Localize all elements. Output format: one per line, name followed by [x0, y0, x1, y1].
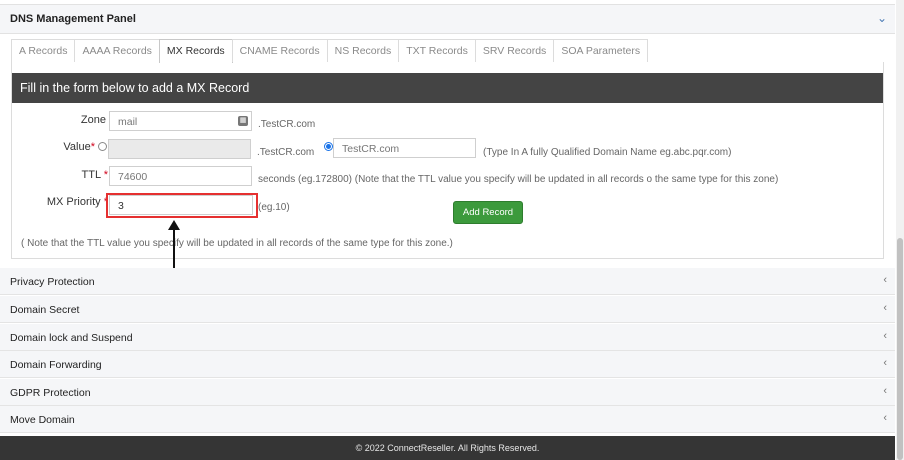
- priority-hint: (eg.10): [258, 202, 290, 213]
- footer: © 2022 ConnectReseller. All Rights Reser…: [0, 436, 895, 460]
- chevron-left-icon[interactable]: ‹: [883, 330, 887, 342]
- section-label: Domain Secret: [10, 304, 80, 316]
- tab-soa-parameters[interactable]: SOA Parameters: [553, 39, 649, 62]
- tab-mx-records[interactable]: MX Records: [158, 39, 233, 63]
- tab-txt-records[interactable]: TXT Records: [398, 39, 476, 62]
- tab-aaaa-records[interactable]: AAAA Records: [74, 39, 160, 62]
- value-radio-subdomain[interactable]: [98, 142, 107, 151]
- required-mark: *: [90, 141, 95, 153]
- dropdown-icon[interactable]: ▦: [238, 116, 248, 126]
- priority-highlight-box: [106, 193, 258, 218]
- form-heading: Fill in the form below to add a MX Recor…: [12, 73, 883, 103]
- value-fqdn-input[interactable]: TestCR.com: [333, 138, 476, 158]
- arrow-up-icon: [168, 220, 180, 230]
- add-record-button[interactable]: Add Record: [453, 201, 523, 224]
- ttl-hint: seconds (eg.172800) (Note that the TTL v…: [258, 174, 779, 185]
- value-subdomain-input[interactable]: [108, 139, 251, 159]
- section-domain-secret[interactable]: Domain Secret ‹: [0, 296, 895, 323]
- panel-title: DNS Management Panel: [10, 13, 136, 25]
- dns-panel-header[interactable]: DNS Management Panel ⌄: [0, 4, 895, 34]
- zone-select[interactable]: mail ▦: [109, 111, 252, 131]
- section-label: GDPR Protection: [10, 387, 91, 399]
- chevron-left-icon[interactable]: ‹: [883, 357, 887, 369]
- section-label: Privacy Protection: [10, 276, 95, 288]
- scrollbar-thumb[interactable]: [897, 238, 903, 460]
- tab-srv-records[interactable]: SRV Records: [474, 39, 555, 62]
- section-privacy-protection[interactable]: Privacy Protection ‹: [0, 268, 895, 295]
- value-label: Value*: [50, 141, 95, 153]
- chevron-left-icon[interactable]: ‹: [883, 302, 887, 314]
- chevron-left-icon[interactable]: ‹: [883, 412, 887, 424]
- priority-label: MX Priority *: [40, 196, 108, 208]
- ttl-note: ( Note that the TTL value you specify wi…: [21, 238, 453, 249]
- value-hint: (Type In A fully Qualified Domain Name e…: [483, 147, 732, 158]
- chevron-down-icon[interactable]: ⌄: [877, 11, 887, 25]
- section-move-domain[interactable]: Move Domain ‹: [0, 406, 895, 433]
- ttl-label-text: TTL: [81, 169, 101, 181]
- chevron-left-icon[interactable]: ‹: [883, 385, 887, 397]
- value-suffix: .TestCR.com: [257, 147, 315, 158]
- zone-label: Zone: [80, 114, 106, 126]
- zone-suffix: .TestCR.com: [258, 119, 316, 130]
- ttl-label: TTL *: [72, 169, 109, 181]
- section-label: Domain lock and Suspend: [10, 332, 133, 344]
- section-domain-forwarding[interactable]: Domain Forwarding ‹: [0, 351, 895, 378]
- section-label: Move Domain: [10, 414, 75, 426]
- chevron-left-icon[interactable]: ‹: [883, 274, 887, 286]
- tab-ns-records[interactable]: NS Records: [326, 39, 400, 62]
- section-domain-lock[interactable]: Domain lock and Suspend ‹: [0, 324, 895, 351]
- value-radio-fqdn[interactable]: [324, 142, 333, 151]
- zone-value: mail: [118, 116, 138, 128]
- ttl-input[interactable]: 74600: [109, 166, 252, 186]
- priority-label-text: MX Priority: [46, 196, 101, 208]
- value-label-text: Value: [63, 141, 91, 153]
- tab-a-records[interactable]: A Records: [11, 39, 76, 62]
- vertical-scrollbar[interactable]: [896, 0, 904, 460]
- page: DNS Management Panel ⌄ A Records AAAA Re…: [0, 0, 896, 460]
- tab-cname-records[interactable]: CNAME Records: [231, 39, 328, 62]
- section-gdpr-protection[interactable]: GDPR Protection ‹: [0, 379, 895, 406]
- section-label: Domain Forwarding: [10, 359, 102, 371]
- record-tabs: A Records AAAA Records MX Records CNAME …: [11, 39, 649, 63]
- annotation-arrow-shaft: [173, 228, 175, 273]
- ttl-value: 74600: [118, 171, 148, 183]
- mx-record-form: Fill in the form below to add a MX Recor…: [11, 62, 884, 259]
- required-mark: *: [103, 169, 108, 181]
- value-fqdn-text: TestCR.com: [342, 143, 400, 155]
